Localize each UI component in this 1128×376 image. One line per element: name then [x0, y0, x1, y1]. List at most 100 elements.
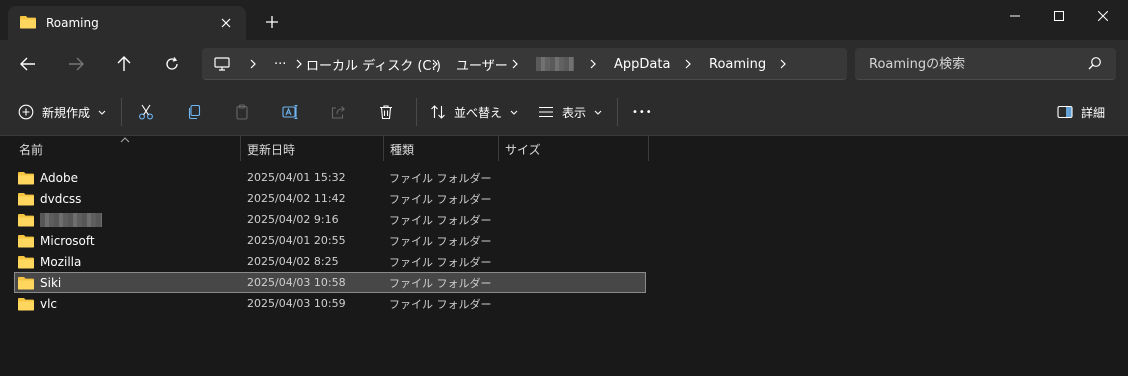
- address-ellipsis[interactable]: ···: [274, 48, 286, 80]
- file-name: Adobe: [40, 170, 78, 185]
- new-button-label: 新規作成: [42, 105, 91, 120]
- file-type: ファイル フォルダー: [389, 213, 492, 227]
- toolbar-divider: [617, 98, 618, 126]
- file-name: Mozilla: [40, 254, 82, 269]
- file-row[interactable]: Mozilla 2025/04/02 8:25 ファイル フォルダー: [14, 251, 646, 272]
- sort-button[interactable]: 並べ替え: [430, 100, 518, 124]
- paste-button[interactable]: [234, 100, 250, 124]
- search-icon[interactable]: [1088, 56, 1104, 72]
- file-date: 2025/04/01 15:32: [247, 171, 346, 184]
- file-date: 2025/04/01 20:55: [247, 234, 346, 247]
- rename-icon: [282, 104, 298, 120]
- back-arrow-icon[interactable]: [16, 52, 40, 76]
- address-bar[interactable]: ··· ローカル ディスク (C:) ユーザー AppData Roaming: [202, 48, 847, 80]
- list-view-icon: [539, 106, 553, 118]
- breadcrumb-local-disk[interactable]: ローカル ディスク (C:): [306, 48, 441, 80]
- details-pane-button[interactable]: 詳細: [1057, 100, 1105, 124]
- folder-icon: [18, 171, 34, 184]
- file-row[interactable]: 2025/04/02 9:16 ファイル フォルダー: [14, 209, 646, 230]
- file-row[interactable]: Microsoft 2025/04/01 20:55 ファイル フォルダー: [14, 230, 646, 251]
- toolbar-divider: [121, 98, 122, 126]
- cut-button[interactable]: [138, 100, 154, 124]
- trash-icon: [380, 105, 392, 120]
- file-date: 2025/04/03 10:59: [247, 297, 346, 310]
- breadcrumb-users[interactable]: ユーザー: [456, 48, 508, 80]
- file-name: vlc: [40, 296, 58, 311]
- minimize-button[interactable]: [992, 0, 1038, 32]
- file-type: ファイル フォルダー: [389, 192, 492, 206]
- sort-arrows-icon: [431, 105, 445, 119]
- search-box[interactable]: [855, 48, 1116, 80]
- scissors-icon: [139, 104, 153, 120]
- column-header-type[interactable]: 種類: [384, 136, 498, 162]
- tab-roaming[interactable]: Roaming: [8, 6, 246, 40]
- file-row-selected[interactable]: Siki 2025/04/03 10:58 ファイル フォルダー: [14, 272, 646, 293]
- copy-button[interactable]: [186, 100, 202, 124]
- share-button[interactable]: [330, 100, 346, 124]
- refresh-icon[interactable]: [160, 52, 184, 76]
- details-pane-label: 詳細: [1081, 105, 1106, 120]
- file-type: ファイル フォルダー: [389, 255, 492, 269]
- toolbar-divider: [416, 98, 417, 126]
- column-header-date[interactable]: 更新日時: [241, 136, 383, 162]
- file-type: ファイル フォルダー: [389, 171, 492, 185]
- plus-circle-icon: [18, 104, 34, 120]
- new-button[interactable]: 新規作成: [18, 100, 106, 124]
- close-tab-icon[interactable]: [216, 13, 236, 33]
- folder-icon: [20, 15, 36, 32]
- redacted-username: [536, 57, 574, 71]
- column-header-size[interactable]: サイズ: [499, 136, 648, 162]
- folder-icon: [18, 192, 34, 205]
- this-pc-icon[interactable]: [214, 48, 230, 80]
- file-row[interactable]: vlc 2025/04/03 10:59 ファイル フォルダー: [14, 293, 646, 314]
- folder-icon: [18, 276, 34, 289]
- chevron-right-icon[interactable]: [780, 48, 786, 80]
- chevron-right-icon[interactable]: [250, 48, 256, 80]
- details-pane-icon: [1057, 105, 1073, 119]
- copy-icon: [188, 104, 201, 120]
- folder-icon: [18, 234, 34, 247]
- up-arrow-icon[interactable]: [112, 52, 136, 76]
- new-tab-button[interactable]: [262, 12, 282, 32]
- folder-icon: [18, 213, 34, 226]
- file-list: 名前 更新日時 種類 サイズ Adobe 2025/04/01 15:32 ファ…: [0, 136, 1128, 376]
- chevron-right-icon[interactable]: [590, 48, 596, 80]
- file-date: 2025/04/02 9:16: [247, 213, 339, 226]
- folder-icon: [18, 297, 34, 310]
- file-type: ファイル フォルダー: [389, 276, 492, 290]
- file-date: 2025/04/02 11:42: [247, 192, 346, 205]
- file-row[interactable]: Adobe 2025/04/01 15:32 ファイル フォルダー: [14, 167, 646, 188]
- chevron-right-icon[interactable]: [296, 48, 302, 80]
- view-button[interactable]: 表示: [538, 100, 602, 124]
- file-type: ファイル フォルダー: [389, 234, 492, 248]
- redacted-folder-name: [40, 212, 102, 227]
- maximize-button[interactable]: [1036, 0, 1082, 32]
- chevron-down-icon: [594, 110, 602, 115]
- chevron-right-icon[interactable]: [512, 48, 518, 80]
- file-date: 2025/04/03 10:58: [247, 276, 346, 289]
- title-bar: Roaming: [0, 0, 1128, 40]
- close-window-button[interactable]: [1080, 0, 1126, 32]
- breadcrumb-username-redacted[interactable]: [536, 48, 574, 80]
- folder-icon: [18, 255, 34, 268]
- breadcrumb-appdata[interactable]: AppData: [614, 48, 670, 80]
- forward-arrow-icon[interactable]: [64, 52, 88, 76]
- chevron-right-icon[interactable]: [685, 48, 691, 80]
- breadcrumb-roaming[interactable]: Roaming: [709, 48, 766, 80]
- delete-button[interactable]: [378, 100, 394, 124]
- rename-button[interactable]: [282, 100, 298, 124]
- file-name: Siki: [40, 275, 62, 290]
- view-button-label: 表示: [562, 105, 587, 120]
- file-date: 2025/04/02 8:25: [247, 255, 339, 268]
- tab-title: Roaming: [46, 16, 99, 30]
- command-bar: 新規作成 並べ替え 表示 ••• 詳細: [0, 88, 1128, 136]
- file-name: dvdcss: [40, 191, 82, 206]
- column-divider[interactable]: [648, 136, 649, 161]
- file-row[interactable]: dvdcss 2025/04/02 11:42 ファイル フォルダー: [14, 188, 646, 209]
- file-name: Microsoft: [40, 233, 95, 248]
- column-header-name[interactable]: 名前: [13, 136, 240, 162]
- search-input[interactable]: [867, 48, 1081, 80]
- more-options-button[interactable]: •••: [632, 100, 653, 124]
- file-type: ファイル フォルダー: [389, 297, 492, 311]
- chevron-right-icon[interactable]: [432, 48, 438, 80]
